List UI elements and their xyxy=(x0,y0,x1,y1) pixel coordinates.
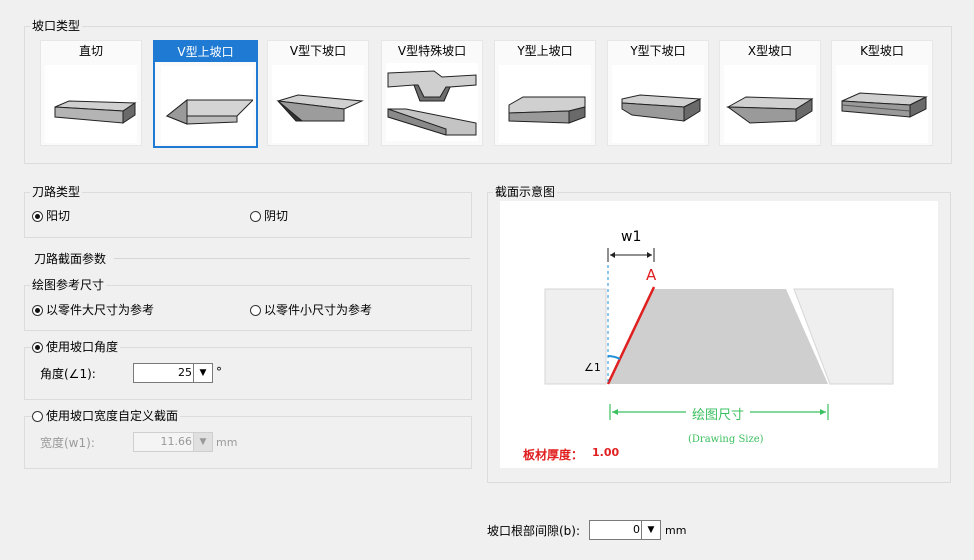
toolpath-type-group xyxy=(24,192,472,238)
root-gap-label: 坡口根部间隙(b): xyxy=(487,524,581,538)
root-gap-value: 0 xyxy=(633,523,640,536)
bevel-option-straight[interactable]: 直切 xyxy=(40,40,142,146)
w1-label: w1 xyxy=(621,229,642,245)
radio-ref-small[interactable]: 以零件小尺寸为参考 xyxy=(250,303,372,317)
drawing-size-sub: (Drawing Size) xyxy=(688,434,764,445)
radio-indicator xyxy=(32,341,43,353)
drawing-size-label: 绘图尺寸 xyxy=(692,408,745,423)
radio-indicator xyxy=(250,304,261,316)
k-bevel-icon xyxy=(836,65,928,143)
radio-indicator xyxy=(32,210,43,222)
bevel-option-y-lower[interactable]: Y型下坡口 xyxy=(607,40,709,146)
point-a-label: A xyxy=(646,266,657,284)
y-upper-bevel-icon xyxy=(499,65,591,143)
angle-marker-label: ∠1 xyxy=(584,361,601,374)
width-value: 11.66 xyxy=(160,435,193,448)
width-combo[interactable]: 11.66 ▼ xyxy=(133,432,213,452)
section-params-title: 刀路截面参数 xyxy=(34,252,107,266)
bevel-option-x[interactable]: X型坡口 xyxy=(719,40,821,146)
radio-indicator xyxy=(32,410,43,422)
straight-cut-icon xyxy=(45,65,137,143)
angle-field-label: 角度(∠1): xyxy=(40,367,96,381)
x-bevel-icon xyxy=(724,65,816,143)
radio-ref-large[interactable]: 以零件大尺寸为参考 xyxy=(32,303,154,317)
root-gap-unit: mm xyxy=(665,524,687,537)
width-field-label: 宽度(w1): xyxy=(40,436,95,450)
angle-value: 25 xyxy=(178,366,192,379)
chevron-down-icon[interactable]: ▼ xyxy=(193,364,212,382)
ref-size-title: 绘图参考尺寸 xyxy=(30,278,107,292)
v-lower-bevel-icon xyxy=(272,65,364,143)
bevel-option-v-upper[interactable]: V型上坡口 xyxy=(153,40,258,148)
root-gap-combo[interactable]: 0 ▼ xyxy=(589,520,661,540)
toolpath-type-title: 刀路类型 xyxy=(30,185,83,199)
angle-combo[interactable]: 25 ▼ xyxy=(133,363,213,383)
bevel-type-title: 坡口类型 xyxy=(30,19,83,33)
bevel-option-k[interactable]: K型坡口 xyxy=(831,40,933,146)
thickness-value: 1.00 xyxy=(592,446,620,459)
radio-indicator xyxy=(32,304,43,316)
bevel-option-v-lower[interactable]: V型下坡口 xyxy=(267,40,369,146)
radio-use-width[interactable]: 使用坡口宽度自定义截面 xyxy=(32,409,181,423)
bevel-option-v-special[interactable]: V型特殊坡口 xyxy=(381,40,483,146)
v-upper-bevel-icon xyxy=(161,66,255,144)
radio-indicator xyxy=(250,210,261,222)
diagram-canvas: w1 A ∠1 绘图尺寸 (Drawing Size) 板材厚度： 1.00 xyxy=(500,201,938,468)
width-unit: mm xyxy=(216,436,238,449)
thickness-label: 板材厚度： xyxy=(523,448,584,462)
chevron-down-icon[interactable]: ▼ xyxy=(641,521,660,539)
radio-positive-cut[interactable]: 阳切 xyxy=(32,209,70,223)
section-params-divider xyxy=(114,258,470,259)
y-lower-bevel-icon xyxy=(612,65,704,143)
radio-use-angle[interactable]: 使用坡口角度 xyxy=(32,340,121,354)
diagram-title: 截面示意图 xyxy=(493,185,558,199)
bevel-option-y-upper[interactable]: Y型上坡口 xyxy=(494,40,596,146)
v-special-bevel-icon xyxy=(386,63,478,141)
chevron-down-icon[interactable]: ▼ xyxy=(193,433,212,451)
angle-unit: ° xyxy=(216,365,222,379)
radio-negative-cut[interactable]: 阴切 xyxy=(250,209,288,223)
